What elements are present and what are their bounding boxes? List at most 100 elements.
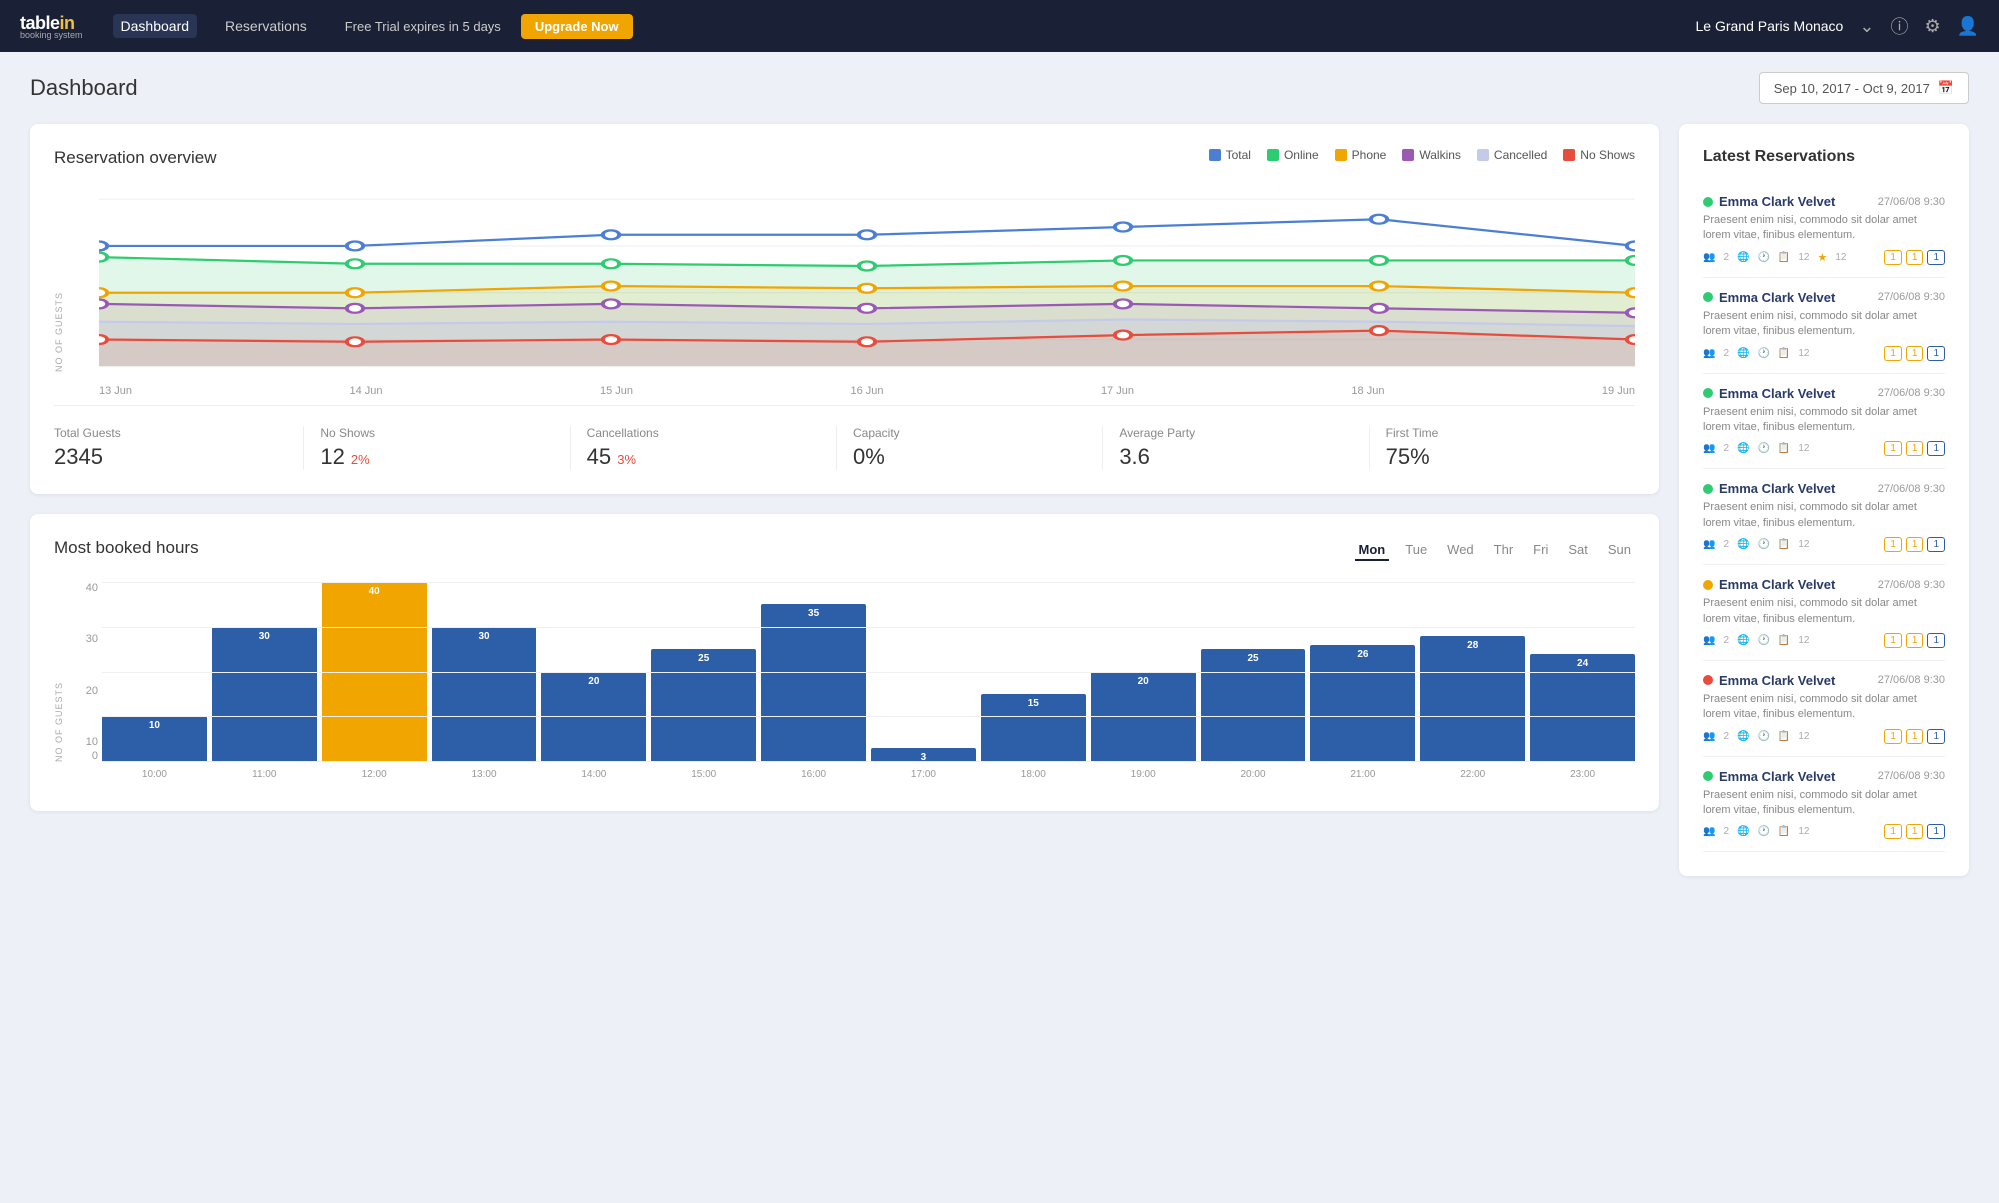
globe-icon: 🌐 — [1737, 348, 1749, 359]
res-description: Praesent enim nisi, commodo sit dolar am… — [1703, 692, 1945, 723]
line-chart-ylabel: NO OF GUESTS — [54, 188, 68, 372]
globe-icon: 🌐 — [1737, 443, 1749, 454]
globe-icon: 🌐 — [1737, 539, 1749, 550]
res-description: Praesent enim nisi, commodo sit dolar am… — [1703, 309, 1945, 340]
guests-icon: 👥 — [1703, 252, 1715, 263]
nav-reservations[interactable]: Reservations — [217, 14, 315, 38]
star-icon: ★ — [1818, 251, 1828, 264]
left-column: Reservation overview Total Online Pho — [30, 124, 1659, 876]
date-range-text: Sep 10, 2017 - Oct 9, 2017 — [1774, 81, 1930, 96]
stat-avg-party: Average Party 3.6 — [1103, 426, 1369, 470]
clock-icon: 🕐 — [1757, 348, 1769, 359]
legend-total: Total — [1209, 148, 1251, 162]
res-name-text: Emma Clark Velvet — [1719, 386, 1835, 401]
day-tab-sat[interactable]: Sat — [1564, 540, 1592, 561]
res-date: 27/06/08 9:30 — [1878, 674, 1945, 686]
chevron-down-icon[interactable]: ⌄ — [1859, 16, 1874, 37]
page-title: Dashboard — [30, 75, 138, 101]
status-dot — [1703, 292, 1713, 302]
res-description: Praesent enim nisi, commodo sit dolar am… — [1703, 405, 1945, 436]
res-tag: 1 — [1906, 250, 1924, 265]
status-dot — [1703, 197, 1713, 207]
stats-row: Total Guests 2345 No Shows 12 2% Cancell… — [54, 405, 1635, 470]
legend-walkins: Walkins — [1402, 148, 1461, 162]
bars-container: 10 30 40 30 20 25 35 3 15 20 25 — [102, 582, 1635, 762]
status-dot — [1703, 580, 1713, 590]
stat-cancellations: Cancellations 45 3% — [571, 426, 837, 470]
list-item: Emma Clark Velvet 27/06/08 9:30 Praesent… — [1703, 469, 1945, 565]
stat-total-guests: Total Guests 2345 — [54, 426, 304, 470]
guests-icon: 👥 — [1703, 635, 1715, 646]
day-tab-wed[interactable]: Wed — [1443, 540, 1478, 561]
settings-icon[interactable]: ⚙ — [1924, 16, 1940, 37]
stat-capacity: Capacity 0% — [837, 426, 1103, 470]
res-tag: 1 — [1906, 633, 1924, 648]
res-date: 27/06/08 9:30 — [1878, 291, 1945, 303]
day-tab-thr[interactable]: Thr — [1490, 540, 1518, 561]
top-navigation: tablein booking system Dashboard Reserva… — [0, 0, 1999, 52]
line-chart-xaxis: 13 Jun 14 Jun 15 Jun 16 Jun 17 Jun 18 Ju… — [99, 385, 1635, 397]
stat-no-shows: No Shows 12 2% — [304, 426, 570, 470]
user-icon[interactable]: 👤 — [1957, 16, 1979, 37]
globe-icon: 🌐 — [1737, 252, 1749, 263]
clock-icon: 🕐 — [1757, 635, 1769, 646]
day-tab-sun[interactable]: Sun — [1604, 540, 1635, 561]
status-dot — [1703, 675, 1713, 685]
legend-noshows: No Shows — [1563, 148, 1635, 162]
res-tag: 1 — [1906, 729, 1924, 744]
res-tag: 1 — [1906, 441, 1924, 456]
res-tag: 1 — [1906, 346, 1924, 361]
date-range-button[interactable]: Sep 10, 2017 - Oct 9, 2017 📅 — [1759, 72, 1969, 104]
res-date: 27/06/08 9:30 — [1878, 387, 1945, 399]
res-tag: 1 — [1927, 250, 1945, 265]
day-tab-mon[interactable]: Mon — [1355, 540, 1390, 561]
nav-right: Le Grand Paris Monaco ⌄ ⓘ ⚙ 👤 — [1695, 13, 1979, 39]
list-item: Emma Clark Velvet 27/06/08 9:30 Praesent… — [1703, 565, 1945, 661]
page-header: Dashboard Sep 10, 2017 - Oct 9, 2017 📅 — [30, 72, 1969, 104]
nav-dashboard[interactable]: Dashboard — [113, 14, 198, 38]
line-chart: NO OF GUESTS 15 10 5 — [54, 188, 1635, 397]
reservation-list: Emma Clark Velvet 27/06/08 9:30 Praesent… — [1703, 182, 1945, 852]
list-item: Emma Clark Velvet 27/06/08 9:30 Praesent… — [1703, 278, 1945, 374]
list-item: Emma Clark Velvet 27/06/08 9:30 Praesent… — [1703, 661, 1945, 757]
info-icon[interactable]: ⓘ — [1890, 13, 1908, 39]
res-date: 27/06/08 9:30 — [1878, 770, 1945, 782]
res-name-text: Emma Clark Velvet — [1719, 290, 1835, 305]
day-tab-fri[interactable]: Fri — [1529, 540, 1552, 561]
day-tab-tue[interactable]: Tue — [1401, 540, 1431, 561]
res-date: 27/06/08 9:30 — [1878, 196, 1945, 208]
guests-icon: 👥 — [1703, 826, 1715, 837]
right-column: Latest Reservations Emma Clark Velvet 27… — [1679, 124, 1969, 876]
clock-icon: 🕐 — [1757, 731, 1769, 742]
calendar-icon: 📋 — [1778, 443, 1790, 454]
res-description: Praesent enim nisi, commodo sit dolar am… — [1703, 500, 1945, 531]
latest-reservations-panel: Latest Reservations Emma Clark Velvet 27… — [1679, 124, 1969, 876]
logo: tablein booking system — [20, 13, 83, 40]
calendar-icon: 📋 — [1778, 731, 1790, 742]
bar-chart: NO OF GUESTS 40 30 20 10 0 — [54, 582, 1635, 787]
calendar-icon: 📋 — [1778, 826, 1790, 837]
res-tag: 1 — [1906, 537, 1924, 552]
legend-phone: Phone — [1335, 148, 1387, 162]
globe-icon: 🌐 — [1737, 731, 1749, 742]
upgrade-button[interactable]: Upgrade Now — [521, 14, 633, 39]
bar-chart-inner: 40 30 20 10 0 — [102, 582, 1635, 787]
globe-icon: 🌐 — [1737, 635, 1749, 646]
res-tag: 1 — [1927, 346, 1945, 361]
chart-header: Reservation overview Total Online Pho — [54, 148, 1635, 172]
bar-chart-ylabel: NO OF GUESTS — [54, 582, 68, 762]
clock-icon: 🕐 — [1757, 826, 1769, 837]
res-tag: 1 — [1884, 824, 1902, 839]
res-date: 27/06/08 9:30 — [1878, 579, 1945, 591]
calendar-icon: 📅 — [1938, 80, 1954, 96]
most-booked-card: Most booked hours Mon Tue Wed Thr Fri Sa… — [30, 514, 1659, 811]
res-name-text: Emma Clark Velvet — [1719, 673, 1835, 688]
calendar-icon: 📋 — [1778, 348, 1790, 359]
res-description: Praesent enim nisi, commodo sit dolar am… — [1703, 213, 1945, 244]
res-name-text: Emma Clark Velvet — [1719, 481, 1835, 496]
res-name-text: Emma Clark Velvet — [1719, 194, 1835, 209]
res-tag: 1 — [1927, 824, 1945, 839]
stat-first-time: First Time 75% — [1370, 426, 1635, 470]
res-tag: 1 — [1884, 346, 1902, 361]
venue-name: Le Grand Paris Monaco — [1695, 18, 1843, 34]
